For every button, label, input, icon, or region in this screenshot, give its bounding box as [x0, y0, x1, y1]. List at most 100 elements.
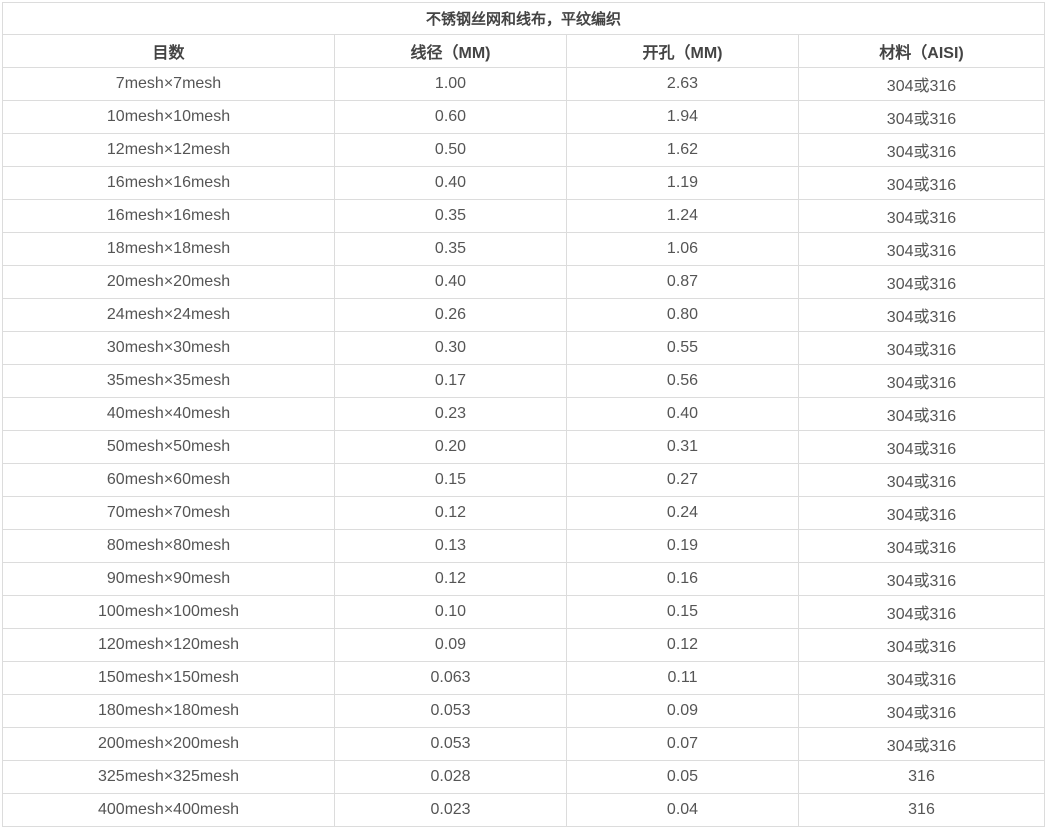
wire-diameter-cell: 0.23	[334, 397, 567, 431]
table-row: 16mesh×16mesh 0.40 1.19 304或316	[2, 166, 1046, 200]
wire-diameter-cell: 0.028	[334, 760, 567, 794]
material-cell: 304或316	[797, 331, 1046, 365]
material-cell: 304或316	[797, 496, 1046, 530]
table-header-row: 目数 线径（MM) 开孔（MM) 材料（AISI)	[2, 34, 1046, 68]
opening-cell: 0.09	[566, 694, 799, 728]
mesh-count-cell: 30mesh×30mesh	[2, 331, 335, 365]
material-cell: 304或316	[797, 133, 1046, 167]
mesh-count-cell: 80mesh×80mesh	[2, 529, 335, 563]
wire-diameter-cell: 0.063	[334, 661, 567, 695]
mesh-count-cell: 325mesh×325mesh	[2, 760, 335, 794]
wire-diameter-cell: 0.40	[334, 166, 567, 200]
wire-diameter-cell: 0.09	[334, 628, 567, 662]
material-cell: 304或316	[797, 661, 1046, 695]
table-row: 100mesh×100mesh 0.10 0.15 304或316	[2, 595, 1046, 629]
column-header-opening: 开孔（MM)	[566, 34, 799, 68]
material-cell: 304或316	[797, 529, 1046, 563]
wire-diameter-cell: 0.053	[334, 727, 567, 761]
mesh-count-cell: 50mesh×50mesh	[2, 430, 335, 464]
table-row: 50mesh×50mesh 0.20 0.31 304或316	[2, 430, 1046, 464]
opening-cell: 0.80	[566, 298, 799, 332]
material-cell: 304或316	[797, 364, 1046, 398]
wire-diameter-cell: 0.20	[334, 430, 567, 464]
table-row: 30mesh×30mesh 0.30 0.55 304或316	[2, 331, 1046, 365]
material-cell: 304或316	[797, 562, 1046, 596]
table-row: 80mesh×80mesh 0.13 0.19 304或316	[2, 529, 1046, 563]
wire-diameter-cell: 0.40	[334, 265, 567, 299]
opening-cell: 0.04	[566, 793, 799, 827]
mesh-count-cell: 400mesh×400mesh	[2, 793, 335, 827]
mesh-count-cell: 20mesh×20mesh	[2, 265, 335, 299]
wire-diameter-cell: 0.50	[334, 133, 567, 167]
opening-cell: 0.11	[566, 661, 799, 695]
mesh-count-cell: 60mesh×60mesh	[2, 463, 335, 497]
table-title: 不锈钢丝网和线布，平纹编织	[1, 2, 1046, 35]
mesh-count-cell: 200mesh×200mesh	[2, 727, 335, 761]
mesh-count-cell: 24mesh×24mesh	[2, 298, 335, 332]
opening-cell: 0.31	[566, 430, 799, 464]
mesh-count-cell: 16mesh×16mesh	[2, 166, 335, 200]
wire-diameter-cell: 0.26	[334, 298, 567, 332]
mesh-count-cell: 40mesh×40mesh	[2, 397, 335, 431]
material-cell: 304或316	[797, 100, 1046, 134]
table-row: 180mesh×180mesh 0.053 0.09 304或316	[2, 694, 1046, 728]
wire-diameter-cell: 0.12	[334, 562, 567, 596]
wire-diameter-cell: 0.60	[334, 100, 567, 134]
table-row: 18mesh×18mesh 0.35 1.06 304或316	[2, 232, 1046, 266]
table-row: 325mesh×325mesh 0.028 0.05 316	[2, 760, 1046, 794]
opening-cell: 0.24	[566, 496, 799, 530]
wire-diameter-cell: 0.10	[334, 595, 567, 629]
opening-cell: 0.19	[566, 529, 799, 563]
wire-diameter-cell: 0.13	[334, 529, 567, 563]
table-row: 60mesh×60mesh 0.15 0.27 304或316	[2, 463, 1046, 497]
opening-cell: 2.63	[566, 67, 799, 101]
table-row: 35mesh×35mesh 0.17 0.56 304或316	[2, 364, 1046, 398]
opening-cell: 0.27	[566, 463, 799, 497]
table-body: 7mesh×7mesh 1.00 2.63 304或316 10mesh×10mesh 0…	[2, 67, 1046, 827]
mesh-count-cell: 90mesh×90mesh	[2, 562, 335, 596]
material-cell: 316	[797, 793, 1046, 827]
mesh-count-cell: 100mesh×100mesh	[2, 595, 335, 629]
mesh-count-cell: 150mesh×150mesh	[2, 661, 335, 695]
table-row: 150mesh×150mesh 0.063 0.11 304或316	[2, 661, 1046, 695]
table-row: 120mesh×120mesh 0.09 0.12 304或316	[2, 628, 1046, 662]
material-cell: 304或316	[797, 67, 1046, 101]
mesh-count-cell: 16mesh×16mesh	[2, 199, 335, 233]
wire-diameter-cell: 0.30	[334, 331, 567, 365]
opening-cell: 0.55	[566, 331, 799, 365]
material-cell: 304或316	[797, 232, 1046, 266]
mesh-count-cell: 10mesh×10mesh	[2, 100, 335, 134]
mesh-count-cell: 18mesh×18mesh	[2, 232, 335, 266]
opening-cell: 1.24	[566, 199, 799, 233]
mesh-count-cell: 7mesh×7mesh	[2, 67, 335, 101]
opening-cell: 0.05	[566, 760, 799, 794]
opening-cell: 1.06	[566, 232, 799, 266]
opening-cell: 0.07	[566, 727, 799, 761]
table-row: 24mesh×24mesh 0.26 0.80 304或316	[2, 298, 1046, 332]
mesh-spec-table: 不锈钢丝网和线布，平纹编织 目数 线径（MM) 开孔（MM) 材料（AISI) …	[1, 2, 1046, 827]
wire-diameter-cell: 0.023	[334, 793, 567, 827]
opening-cell: 0.15	[566, 595, 799, 629]
table-row: 400mesh×400mesh 0.023 0.04 316	[2, 793, 1046, 827]
wire-diameter-cell: 0.35	[334, 232, 567, 266]
table-row: 70mesh×70mesh 0.12 0.24 304或316	[2, 496, 1046, 530]
wire-diameter-cell: 0.12	[334, 496, 567, 530]
material-cell: 304或316	[797, 430, 1046, 464]
material-cell: 304或316	[797, 298, 1046, 332]
column-header-wire-diameter: 线径（MM)	[334, 34, 567, 68]
material-cell: 304或316	[797, 463, 1046, 497]
table-row: 12mesh×12mesh 0.50 1.62 304或316	[2, 133, 1046, 167]
material-cell: 304或316	[797, 199, 1046, 233]
table-row: 20mesh×20mesh 0.40 0.87 304或316	[2, 265, 1046, 299]
table-row: 40mesh×40mesh 0.23 0.40 304或316	[2, 397, 1046, 431]
opening-cell: 0.87	[566, 265, 799, 299]
table-row: 16mesh×16mesh 0.35 1.24 304或316	[2, 199, 1046, 233]
material-cell: 304或316	[797, 628, 1046, 662]
mesh-count-cell: 12mesh×12mesh	[2, 133, 335, 167]
opening-cell: 0.56	[566, 364, 799, 398]
opening-cell: 1.94	[566, 100, 799, 134]
table-row: 10mesh×10mesh 0.60 1.94 304或316	[2, 100, 1046, 134]
material-cell: 304或316	[797, 397, 1046, 431]
wire-diameter-cell: 1.00	[334, 67, 567, 101]
wire-diameter-cell: 0.053	[334, 694, 567, 728]
